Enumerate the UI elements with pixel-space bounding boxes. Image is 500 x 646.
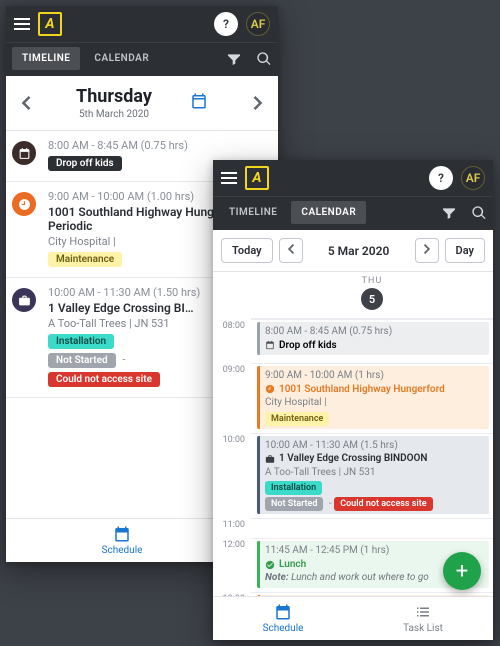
hour-label: 11:00	[213, 518, 251, 538]
top-app-bar: A ? AF	[6, 6, 278, 43]
bottom-nav-label: Task List	[403, 623, 443, 634]
check-circle-icon	[265, 560, 275, 570]
calendar-event[interactable]: 1:00 PM - 2:30 PM (1.5 hrs)	[257, 595, 489, 596]
event-title: Drop off kids	[279, 339, 337, 353]
list-icon	[414, 603, 432, 621]
hour-label: 13:00	[213, 592, 251, 596]
next-button[interactable]	[415, 238, 439, 263]
tag-issue: Could not access site	[48, 372, 160, 387]
clock-icon	[265, 384, 275, 394]
event-type-icon	[12, 141, 36, 165]
tab-calendar[interactable]: CALENDAR	[84, 47, 159, 70]
day-of-week: Thursday	[76, 86, 152, 107]
filter-icon[interactable]	[441, 205, 457, 221]
today-button[interactable]: Today	[221, 238, 273, 263]
prev-button[interactable]	[279, 238, 303, 263]
calendar-event[interactable]: 8:00 AM - 8:45 AM (0.75 hrs) Drop off ki…	[257, 322, 489, 355]
calendar-icon	[113, 525, 131, 543]
job-type-icon	[12, 192, 36, 216]
hour-label: 12:00	[213, 538, 251, 592]
tag-maintenance: Maintenance	[48, 252, 122, 267]
calendar-controls: Today 5 Mar 2020 Day	[213, 230, 493, 272]
bottom-nav-tasklist[interactable]: Task List	[353, 597, 493, 640]
event-title: 1001 Southland Highway Hungerford	[279, 383, 445, 397]
current-date: 5 Mar 2020	[309, 244, 409, 258]
tag-installation: Installation	[265, 481, 322, 495]
tag-status: Not Started	[265, 497, 323, 511]
view-mode-day-button[interactable]: Day	[445, 238, 485, 263]
add-fab-button[interactable]: +	[443, 552, 481, 590]
calendar-picker-icon[interactable]	[190, 92, 208, 114]
hour-label: 09:00	[213, 363, 251, 433]
date-header: Thursday 5th March 2020	[6, 76, 278, 131]
event-time: 10:00 AM - 11:30 AM (1.5 hrs)	[265, 439, 484, 453]
bottom-nav-schedule[interactable]: Schedule	[6, 519, 238, 562]
event-time: 8:00 AM - 8:45 AM (0.75 hrs)	[48, 139, 272, 152]
calendar-event[interactable]: 9:00 AM - 10:00 AM (1 hrs) 1001 Southlan…	[257, 366, 489, 429]
bottom-nav-label: Schedule	[102, 545, 143, 556]
hour-label: 08:00	[213, 319, 251, 363]
prev-day-button[interactable]	[14, 91, 38, 115]
bottom-nav: Schedule Task List	[213, 596, 493, 640]
event-time: 9:00 AM - 10:00 AM (1 hrs)	[265, 369, 484, 383]
bottom-nav-schedule[interactable]: Schedule	[213, 597, 353, 640]
briefcase-icon	[265, 454, 275, 464]
tag-issue: Could not access site	[334, 497, 432, 511]
app-logo: A	[245, 166, 269, 190]
menu-icon[interactable]	[14, 18, 30, 30]
tag-installation: Installation	[48, 334, 114, 349]
calendar-icon	[274, 603, 292, 621]
top-app-bar: A ? AF	[213, 160, 493, 197]
view-tabs: TIMELINE CALENDAR	[6, 43, 278, 76]
tab-calendar[interactable]: CALENDAR	[291, 201, 366, 224]
menu-icon[interactable]	[221, 172, 237, 184]
day-abbrev: THU	[362, 276, 383, 286]
tab-timeline[interactable]: TIMELINE	[219, 201, 287, 224]
avatar[interactable]: AF	[461, 166, 485, 190]
job-type-icon	[12, 288, 36, 312]
view-tabs: TIMELINE CALENDAR	[213, 197, 493, 230]
hour-label: 10:00	[213, 433, 251, 519]
search-icon[interactable]	[256, 51, 272, 67]
date-string: 5th March 2020	[76, 109, 152, 120]
note-label: Note:	[265, 572, 289, 583]
filter-icon[interactable]	[226, 51, 242, 67]
day-number: 5	[361, 288, 383, 310]
event-title: Lunch	[279, 558, 306, 572]
event-title-pill: Drop off kids	[48, 156, 122, 171]
search-icon[interactable]	[471, 205, 487, 221]
phone-calendar: A ? AF TIMELINE CALENDAR Today 5 Mar 202…	[213, 160, 493, 640]
event-client: City Hospital |	[265, 396, 484, 410]
avatar[interactable]: AF	[246, 12, 270, 36]
event-time: 8:00 AM - 8:45 AM (0.75 hrs)	[265, 325, 484, 339]
app-logo: A	[38, 12, 62, 36]
note-text: Lunch and work out where to go	[291, 572, 429, 583]
next-day-button[interactable]	[246, 91, 270, 115]
event-client: A Too-Tall Trees | JN 531	[265, 466, 484, 480]
calendar-event[interactable]: 10:00 AM - 11:30 AM (1.5 hrs) 1 Valley E…	[257, 436, 489, 515]
tab-timeline[interactable]: TIMELINE	[12, 47, 80, 70]
bottom-nav-label: Schedule	[263, 623, 304, 634]
day-column-header: THU 5	[251, 272, 493, 319]
tag-status: Not Started	[48, 353, 116, 368]
help-icon[interactable]: ?	[429, 166, 453, 190]
event-title: 1 Valley Edge Crossing BINDOON	[279, 452, 428, 466]
calendar-icon	[265, 340, 275, 350]
tag-maintenance: Maintenance	[265, 412, 329, 426]
help-icon[interactable]: ?	[214, 12, 238, 36]
